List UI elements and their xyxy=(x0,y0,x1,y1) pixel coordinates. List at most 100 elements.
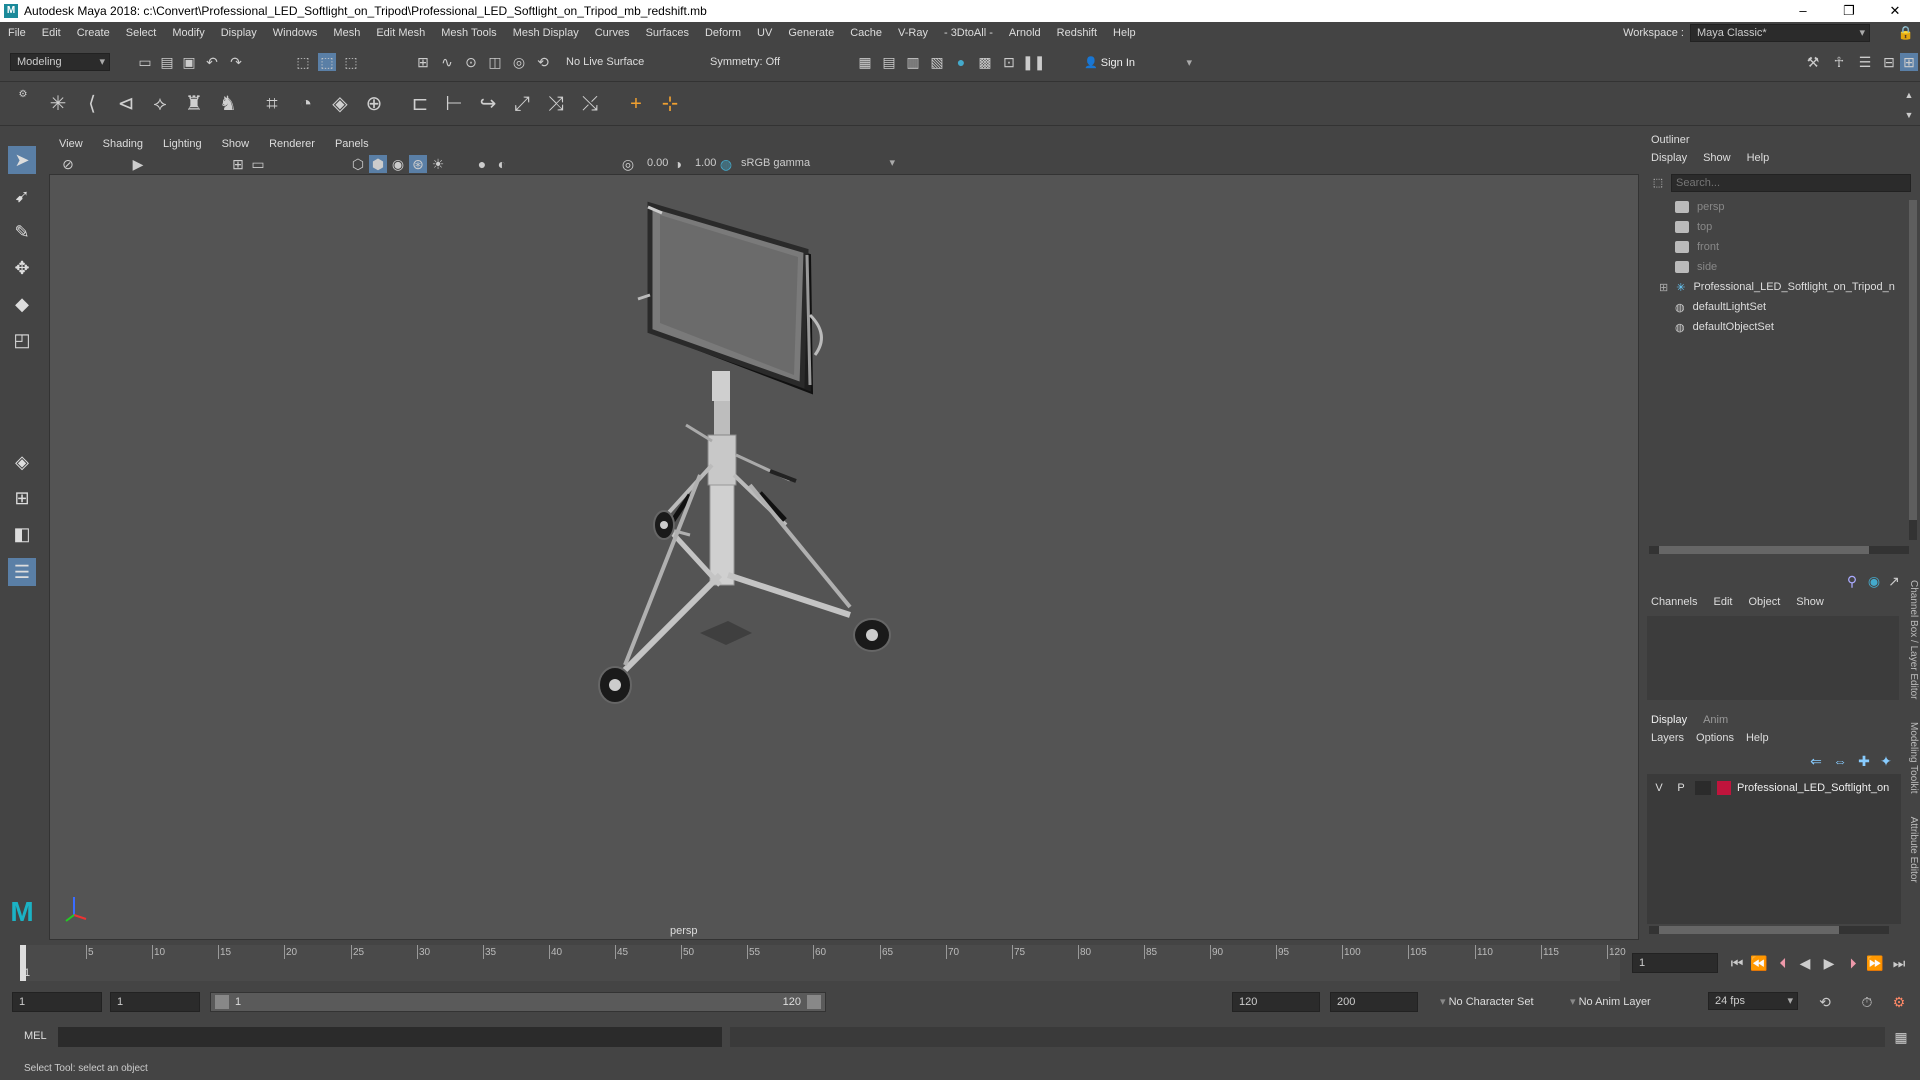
range-end-handle[interactable] xyxy=(807,995,821,1009)
menu-file[interactable]: File xyxy=(0,27,34,39)
layers-menu-help[interactable]: Help xyxy=(1746,732,1769,744)
redo-icon[interactable]: ↷ xyxy=(227,53,245,71)
modeling-toolkit-icon[interactable]: ⚒ xyxy=(1804,53,1822,71)
outliner-item-defaultlightset[interactable]: ◍ defaultLightSet xyxy=(1675,298,1766,316)
layer-move-up-icon[interactable]: ⇐ xyxy=(1807,752,1825,770)
workspace-dropdown[interactable]: Maya Classic* xyxy=(1690,24,1870,42)
wireframe-icon[interactable]: ⬡ xyxy=(349,155,367,173)
cluster-locator-icon[interactable]: ⊹ xyxy=(656,90,684,118)
shadows-icon[interactable]: ● xyxy=(473,155,491,173)
command-input[interactable] xyxy=(58,1027,722,1047)
ik-handle-icon[interactable]: ⟨ xyxy=(78,90,106,118)
mel-label[interactable]: MEL xyxy=(24,1030,47,1042)
cluster-icon[interactable]: ◔ xyxy=(292,90,320,118)
menu-windows[interactable]: Windows xyxy=(265,27,326,39)
select-camera-icon[interactable]: ⊘ xyxy=(59,155,77,173)
menu-cache[interactable]: Cache xyxy=(842,27,890,39)
new-scene-icon[interactable]: ▭ xyxy=(136,53,154,71)
ik-spline-icon[interactable]: ⊲ xyxy=(112,90,140,118)
render-settings-icon[interactable]: ▧ xyxy=(928,53,946,71)
restore-icon[interactable]: ❐ xyxy=(1834,2,1864,20)
step-back-key-icon[interactable]: ⏪ xyxy=(1750,954,1768,972)
select-object-icon[interactable]: ⬚ xyxy=(318,53,336,71)
channels-menu-object[interactable]: Object xyxy=(1748,596,1780,608)
outliner-item-model[interactable]: ⊞ ✳ Professional_LED_Softlight_on_Tripod_n xyxy=(1659,278,1895,296)
go-to-start-icon[interactable]: ⏮ xyxy=(1728,954,1746,972)
channel-sync-icon[interactable]: ◉ xyxy=(1865,572,1883,590)
snap-grid-icon[interactable]: ⊞ xyxy=(414,53,432,71)
viewport-persp[interactable]: persp xyxy=(49,174,1639,940)
menu-help[interactable]: Help xyxy=(1105,27,1144,39)
menu-3dtoall[interactable]: - 3DtoAll - xyxy=(936,27,1001,39)
menu-display[interactable]: Display xyxy=(213,27,265,39)
ipr-render-icon[interactable]: ▥ xyxy=(904,53,922,71)
paint-select-icon[interactable]: ✎ xyxy=(8,218,36,246)
hypershade-icon[interactable]: ● xyxy=(952,53,970,71)
menu-uv[interactable]: UV xyxy=(749,27,780,39)
use-lights-icon[interactable]: ☀ xyxy=(429,155,447,173)
outliner-v-scrollbar[interactable] xyxy=(1909,200,1917,540)
animation-start-field[interactable]: 1 xyxy=(12,992,102,1012)
close-icon[interactable]: ✕ xyxy=(1880,2,1910,20)
wrap-deformer-icon[interactable]: ⊕ xyxy=(360,90,388,118)
outliner-item-side[interactable]: side xyxy=(1675,258,1717,276)
layer-name[interactable]: Professional_LED_Softlight_on xyxy=(1737,782,1889,794)
blend-shape-icon[interactable]: ◈ xyxy=(326,90,354,118)
orient-constraint-icon[interactable]: ↪ xyxy=(474,90,502,118)
select-component-icon[interactable]: ⬚ xyxy=(342,53,360,71)
layers-menu-layers[interactable]: Layers xyxy=(1651,732,1684,744)
go-to-end-icon[interactable]: ⏭ xyxy=(1890,954,1908,972)
symmetry-dropdown[interactable]: Symmetry: Off xyxy=(710,56,780,68)
step-forward-frame-icon[interactable]: ⏵ xyxy=(1844,954,1862,972)
viewport-menu-panels[interactable]: Panels xyxy=(325,138,379,150)
menu-surfaces[interactable]: Surfaces xyxy=(638,27,697,39)
save-scene-icon[interactable]: ▣ xyxy=(180,53,198,71)
viewport-menu-lighting[interactable]: Lighting xyxy=(153,138,212,150)
channel-key-icon[interactable]: ⚲ xyxy=(1843,572,1861,590)
outliner-menu-help[interactable]: Help xyxy=(1747,152,1770,164)
lasso-tool-icon[interactable]: ➹ xyxy=(8,182,36,210)
side-tab-channel-box[interactable]: Channel Box / Layer Editor xyxy=(1908,580,1919,700)
range-slider-bar[interactable]: 1 120 xyxy=(210,992,826,1012)
time-ruler[interactable]: 1 5 10 15 20 25 30 35 40 45 50 55 60 65 70 75 80 85 90 95 1… xyxy=(20,945,1626,981)
outliner-h-scrollbar[interactable] xyxy=(1649,546,1909,554)
layers-menu-options[interactable]: Options xyxy=(1696,732,1734,744)
aim-constraint-icon[interactable]: ⤨ xyxy=(542,90,570,118)
channels-menu-show[interactable]: Show xyxy=(1796,596,1824,608)
play-backwards-icon[interactable]: ◀ xyxy=(1796,954,1814,972)
expand-icon[interactable]: ⊞ xyxy=(1659,281,1668,294)
character-set-dropdown[interactable]: ▾ No Character Set xyxy=(1440,995,1570,1008)
smooth-shade-icon[interactable]: ⬢ xyxy=(369,155,387,173)
bind-skin-icon[interactable]: ⟡ xyxy=(146,90,174,118)
two-view-layout-icon[interactable]: ◧ xyxy=(8,520,36,548)
lattice-icon[interactable]: ⌗ xyxy=(258,90,286,118)
pole-vector-icon[interactable]: ⤯ xyxy=(576,90,604,118)
film-gate-icon[interactable]: ▭ xyxy=(249,155,267,173)
playback-end-field[interactable]: 120 xyxy=(1232,992,1320,1012)
layer-color-swatch[interactable] xyxy=(1717,781,1731,795)
snap-live-icon[interactable]: ◎ xyxy=(510,53,528,71)
outliner-item-top[interactable]: top xyxy=(1675,218,1712,236)
snap-surface-icon[interactable]: ⟲ xyxy=(534,53,552,71)
render-view-icon[interactable]: ▤ xyxy=(880,53,898,71)
shelf-scroll-up-icon[interactable]: ▲ xyxy=(1900,86,1918,104)
outliner-menu-display[interactable]: Display xyxy=(1651,152,1687,164)
move-tool-icon[interactable]: ✥ xyxy=(8,254,36,282)
colorspace-dropdown[interactable]: sRGB gamma xyxy=(735,155,899,173)
viewport-menu-renderer[interactable]: Renderer xyxy=(259,138,325,150)
snap-curve-icon[interactable]: ∿ xyxy=(438,53,456,71)
menu-create[interactable]: Create xyxy=(69,27,118,39)
step-forward-key-icon[interactable]: ⏩ xyxy=(1866,954,1884,972)
parent-constraint-icon[interactable]: ⊏ xyxy=(406,90,434,118)
outliner-item-front[interactable]: front xyxy=(1675,238,1719,256)
current-frame-field[interactable]: 1 xyxy=(1632,953,1718,973)
channels-menu-edit[interactable]: Edit xyxy=(1713,596,1732,608)
exposure-icon[interactable]: ◎ xyxy=(619,155,637,173)
script-editor-icon[interactable]: ▦ xyxy=(1892,1028,1910,1046)
outliner-filter-icon[interactable]: ⬚ xyxy=(1649,174,1667,192)
snap-view-icon[interactable]: ◫ xyxy=(486,53,504,71)
menu-mesh-display[interactable]: Mesh Display xyxy=(505,27,587,39)
joint-tool-icon[interactable]: ✳ xyxy=(44,90,72,118)
viewport-menu-show[interactable]: Show xyxy=(212,138,260,150)
channel-box-icon[interactable]: ⊞ xyxy=(1900,53,1918,71)
